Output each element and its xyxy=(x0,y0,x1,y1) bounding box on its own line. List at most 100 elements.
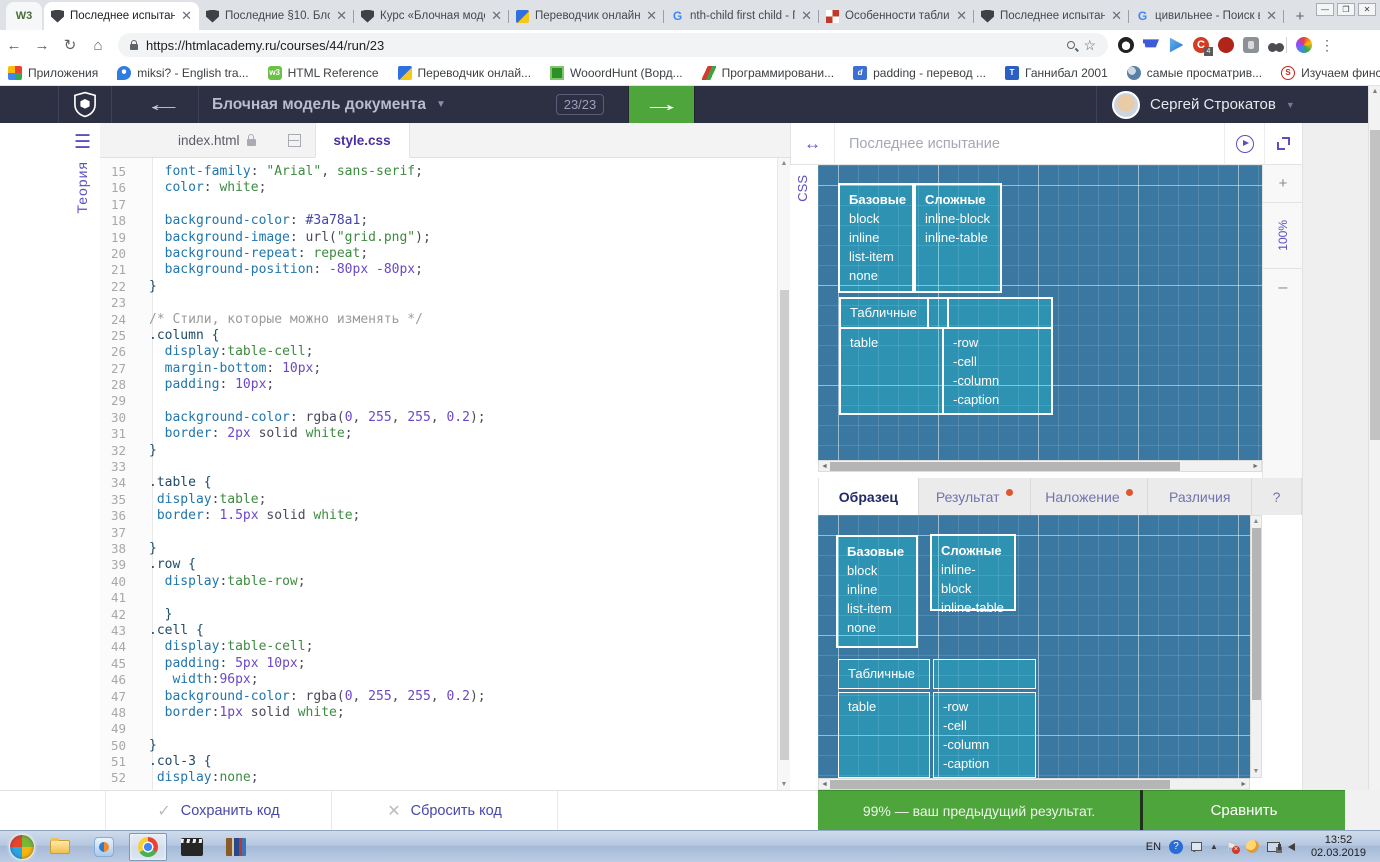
minimize-icon[interactable]: — xyxy=(1316,3,1334,16)
code-line[interactable]: 49 xyxy=(100,721,777,737)
close-icon[interactable]: ✕ xyxy=(1358,3,1376,16)
scrollbar-thumb[interactable] xyxy=(830,780,1170,789)
language-indicator[interactable]: EN xyxy=(1146,841,1161,853)
clock[interactable]: 13:52 02.03.2019 xyxy=(1303,834,1374,860)
code-line[interactable]: 29 xyxy=(100,393,777,409)
code-line[interactable]: 42 } xyxy=(100,607,777,623)
yandex-extension-icon[interactable] xyxy=(1218,37,1234,53)
sample-vscrollbar[interactable]: ▲ ▼ xyxy=(1250,515,1262,778)
theory-link[interactable]: Теория xyxy=(74,161,90,214)
taskbar-media-player[interactable] xyxy=(85,833,123,861)
save-code-button[interactable]: ✓ Сохранить код xyxy=(105,791,332,831)
browser-tab[interactable]: Gцивильнее - Поиск в ✕ xyxy=(1129,2,1284,30)
bookmark-item[interactable]: WooordHunt (Ворд... xyxy=(550,65,683,80)
code-line[interactable]: 16 color: white; xyxy=(100,180,777,196)
code-line[interactable]: 47 background-color: rgba(0, 255, 255, 0… xyxy=(100,689,777,705)
browser-tab[interactable]: Последнее испытани ✕ xyxy=(974,2,1129,30)
weather-icon[interactable] xyxy=(1245,840,1259,853)
tab-close-icon[interactable]: ✕ xyxy=(956,8,967,24)
bookmark-item[interactable]: Программировани... xyxy=(701,65,834,80)
preview-tab[interactable]: Различия xyxy=(1148,478,1253,515)
code-line[interactable]: 34 .table { xyxy=(100,475,777,491)
scroll-left-icon[interactable]: ◄ xyxy=(821,781,828,788)
code-line[interactable]: 26 display:table-cell; xyxy=(100,344,777,360)
tab-close-icon[interactable]: ✕ xyxy=(336,8,347,24)
scroll-right-icon[interactable]: ► xyxy=(1240,781,1247,788)
code-line[interactable]: 15 font-family: "Arial", sans-serif; xyxy=(100,164,777,180)
scrollbar-thumb[interactable] xyxy=(1252,528,1261,700)
display-icon[interactable] xyxy=(1191,842,1203,859)
scroll-down-icon[interactable]: ▼ xyxy=(1251,768,1261,775)
taskbar-mpc[interactable] xyxy=(173,833,211,861)
user-menu[interactable]: Сергей Строкатов ▼ xyxy=(1112,86,1295,123)
code-line[interactable]: 19 background-image: url("grid.png"); xyxy=(100,230,777,246)
code-line[interactable]: 24 /* Стили, которые можно изменять */ xyxy=(100,312,777,328)
taskbar-chrome[interactable] xyxy=(129,832,167,861)
code-line[interactable]: 46 width:96px; xyxy=(100,672,777,688)
code-line[interactable]: 52 display:none; xyxy=(100,770,777,786)
tab-close-icon[interactable]: ✕ xyxy=(181,8,192,24)
code-line[interactable]: 36 border: 1.5px solid white; xyxy=(100,508,777,524)
home-icon[interactable]: ⌂ xyxy=(84,37,112,54)
code-line[interactable]: 51 .col-3 { xyxy=(100,754,777,770)
restore-icon[interactable]: ❐ xyxy=(1337,3,1355,16)
tab-close-icon[interactable]: ✕ xyxy=(801,8,812,24)
zoom-out-button[interactable]: – xyxy=(1263,269,1303,307)
scrollbar-thumb[interactable] xyxy=(1370,130,1380,440)
browser-tab[interactable]: Gnth-child first child - П ✕ xyxy=(664,2,819,30)
volume-icon[interactable] xyxy=(1277,842,1295,851)
htmlacademy-logo[interactable] xyxy=(58,86,112,123)
scroll-left-icon[interactable]: ◄ xyxy=(821,463,828,470)
scroll-up-icon[interactable]: ▲ xyxy=(1251,518,1261,525)
code-line[interactable]: 18 background-color: #3a78a1; xyxy=(100,213,777,229)
profile-avatar-icon[interactable] xyxy=(1296,37,1312,53)
bookmark-item[interactable]: w3 HTML Reference xyxy=(267,65,379,80)
code-line[interactable]: 50} xyxy=(100,738,777,754)
code-line[interactable]: 40 display:table-row; xyxy=(100,574,777,590)
tab-close-icon[interactable]: ✕ xyxy=(491,8,502,24)
bookmark-item[interactable]: T Ганнибал 2001 xyxy=(1005,65,1108,80)
course-title[interactable]: Блочная модель документа ▼ xyxy=(212,86,446,123)
bookmark-item[interactable]: S Изучаем финский ... xyxy=(1281,65,1380,80)
code-line[interactable]: 32} xyxy=(100,443,777,459)
code-line[interactable]: 45 padding: 5px 10px; xyxy=(100,656,777,672)
code-line[interactable]: 22} xyxy=(100,279,777,295)
preview-hscrollbar[interactable]: ◄ ► xyxy=(818,460,1262,472)
next-task-button[interactable]: → xyxy=(628,86,695,123)
url-text[interactable]: https://htmlacademy.ru/courses/44/run/23 xyxy=(146,38,1059,53)
bookmark-item[interactable]: самые просматрив... xyxy=(1126,65,1262,80)
preview-tab[interactable]: Наложение xyxy=(1031,478,1149,515)
scrollbar-thumb[interactable] xyxy=(780,290,789,760)
sample-hscrollbar[interactable]: ◄ ► xyxy=(818,778,1250,790)
bookmark-item[interactable]: d padding - перевод ... xyxy=(853,65,986,80)
run-button[interactable] xyxy=(1224,122,1264,165)
code-line[interactable]: 41 xyxy=(100,590,777,606)
code-line[interactable]: 25 .column { xyxy=(100,328,777,344)
code-line[interactable]: 44 display:table-cell; xyxy=(100,639,777,655)
page-scrollbar[interactable]: ▲ ▼ xyxy=(1368,86,1380,830)
editor-tab-index-html[interactable]: index.html xyxy=(160,123,274,157)
browser-tab[interactable]: Особенности таблиц ✕ xyxy=(819,2,974,30)
code-line[interactable]: 39 .row { xyxy=(100,557,777,573)
bookmark-item[interactable]: miksi? - English tra... xyxy=(117,65,249,80)
editor-scrollbar[interactable]: ▲ ▼ xyxy=(777,158,790,790)
compare-button[interactable]: Сравнить xyxy=(1143,790,1345,830)
preview-tab[interactable]: ? xyxy=(1252,478,1302,515)
tray-expand-icon[interactable]: ▲ xyxy=(1210,842,1218,851)
taskbar-explorer[interactable] xyxy=(41,833,79,861)
forward-icon[interactable]: → xyxy=(28,37,56,54)
code-line[interactable]: 38} xyxy=(100,541,777,557)
url-field[interactable]: https://htmlacademy.ru/courses/44/run/23… xyxy=(118,33,1108,57)
code-line[interactable]: 28 padding: 10px; xyxy=(100,377,777,393)
browser-tab[interactable]: Переводчик онлайн ✕ xyxy=(509,2,664,30)
taskbar-books[interactable] xyxy=(217,833,255,861)
reset-code-button[interactable]: ✕ Сбросить код xyxy=(332,791,558,831)
back-icon[interactable]: ← xyxy=(0,37,28,54)
css-label[interactable]: CSS xyxy=(795,175,810,202)
new-tab-button[interactable]: + xyxy=(1288,4,1312,28)
code-line[interactable]: 35 display:table; xyxy=(100,492,777,508)
browser-tab[interactable]: Курс «Блочная моде ✕ xyxy=(354,2,509,30)
bookmark-item[interactable]: Приложения xyxy=(8,65,98,80)
pinned-tab-w3[interactable]: W3 xyxy=(6,2,42,30)
fullscreen-button[interactable] xyxy=(1264,122,1302,165)
